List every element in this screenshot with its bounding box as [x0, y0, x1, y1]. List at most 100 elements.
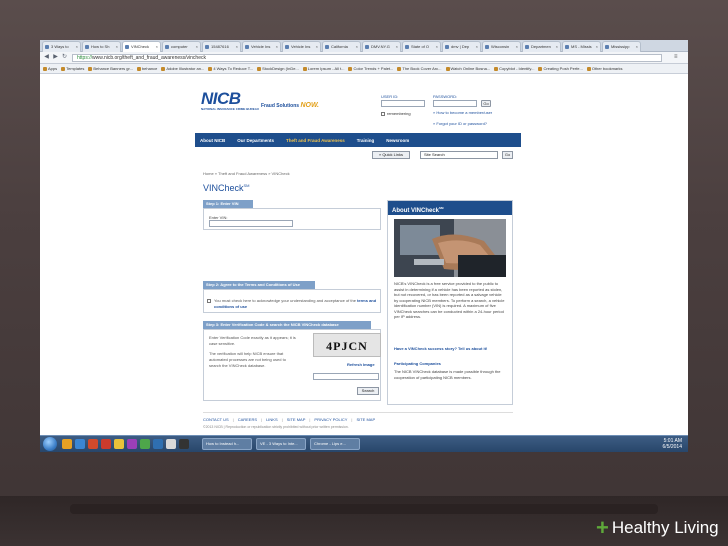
success-story-link[interactable]: Have a VINCheck success story? Tell us a… — [394, 346, 508, 351]
app-icon[interactable] — [127, 439, 137, 449]
app-icon-5[interactable] — [179, 439, 189, 449]
browser-tab[interactable]: Departmen × — [522, 41, 561, 52]
reload-icon[interactable]: ↻ — [61, 54, 68, 61]
ie-icon[interactable] — [75, 439, 85, 449]
menu-icon[interactable]: ≡ — [674, 54, 682, 61]
chrome-icon[interactable] — [114, 439, 124, 449]
app-icon-2[interactable] — [140, 439, 150, 449]
bookmark-item[interactable]: Apps — [43, 66, 57, 71]
footer-link[interactable]: CAREERS — [238, 417, 257, 422]
bookmark-item[interactable]: Templates — [61, 66, 84, 71]
verification-code-input[interactable] — [313, 373, 379, 380]
tab-close-icon[interactable]: × — [476, 42, 478, 52]
bookmark-label: Watch Online Bosna... — [450, 66, 491, 71]
tab-close-icon[interactable]: × — [196, 42, 198, 52]
browser-tab[interactable]: computer × — [162, 41, 201, 52]
browser-tab[interactable]: dmv | Dep × — [442, 41, 481, 52]
terms-checkbox[interactable] — [207, 299, 211, 303]
back-arrow-icon[interactable]: ◀ — [43, 54, 50, 61]
windows-taskbar: How to Instead h... VE - 3 Ways to Inte.… — [40, 435, 688, 452]
browser-tab[interactable]: MS - Missis × — [562, 41, 601, 52]
tab-close-icon[interactable]: × — [236, 42, 238, 52]
tab-close-icon[interactable]: × — [436, 42, 438, 52]
browser-tab[interactable]: DMV.NY.G × — [362, 41, 401, 52]
tab-close-icon[interactable]: × — [596, 42, 598, 52]
tab-close-icon[interactable]: × — [356, 42, 358, 52]
quick-links-button[interactable]: » Quick Links — [372, 151, 410, 159]
tab-close-icon[interactable]: × — [316, 42, 318, 52]
tab-close-icon[interactable]: × — [116, 42, 118, 52]
browser-tab[interactable]: Wisconsin × — [482, 41, 521, 52]
taskbar-window-2[interactable]: VE - 3 Ways to Inte... — [256, 438, 306, 450]
refresh-image-link[interactable]: Refresh Image — [347, 362, 375, 367]
footer-link[interactable]: SITE MAP — [356, 417, 375, 422]
site-search-go-button[interactable]: Go — [502, 151, 513, 159]
bookmark-item[interactable]: Watch Online Bosna... — [445, 66, 491, 71]
nav-item[interactable]: About NICB — [200, 138, 225, 143]
tab-close-icon[interactable]: × — [396, 42, 398, 52]
system-clock[interactable]: 5:01 AM 6/5/2014 — [663, 438, 682, 450]
register-link[interactable]: » How to become a member/user — [433, 110, 492, 115]
bookmark-item[interactable]: Copyblot - Identify... — [494, 66, 534, 71]
tab-label: dmv | Dep — [451, 44, 470, 49]
taskbar-window-1[interactable]: How to Instead h... — [202, 438, 252, 450]
footer-link[interactable]: SITE MAP — [287, 417, 306, 422]
nav-item[interactable]: Theft and Fraud Awareness — [286, 138, 345, 143]
forgot-password-link[interactable]: » Forgot your ID or password? — [433, 121, 487, 126]
user-id-input[interactable] — [381, 100, 425, 107]
site-search-input[interactable]: Site Search — [420, 151, 498, 159]
bookmark-item[interactable]: Adobe Illustrator an... — [161, 66, 204, 71]
app-icon-4[interactable] — [166, 439, 176, 449]
bookmark-item[interactable]: Behance Banners gr... — [88, 66, 133, 71]
explorer-icon[interactable] — [62, 439, 72, 449]
browser-tab[interactable]: Vehicle Ins × — [282, 41, 321, 52]
bookmark-item[interactable]: Creating Posh Perfe... — [538, 66, 583, 71]
nav-item[interactable]: Training — [357, 138, 375, 143]
url-input[interactable]: https://www.nicb.org/theft_and_fraud_awa… — [72, 54, 662, 62]
tab-close-icon[interactable]: × — [76, 42, 78, 52]
tab-close-icon[interactable]: × — [156, 42, 158, 52]
browser-tab[interactable]: How to Sh × — [82, 41, 121, 52]
tab-close-icon[interactable]: × — [276, 42, 278, 52]
tab-label: 3 Ways to — [51, 44, 69, 49]
browser-tab[interactable]: 3 Ways to × — [42, 41, 81, 52]
acrobat-icon[interactable] — [101, 439, 111, 449]
tab-favicon-icon — [165, 45, 169, 49]
bookmark-item[interactable]: Other bookmarks — [586, 66, 623, 71]
login-go-button[interactable]: Go — [481, 100, 491, 107]
taskbar-window-3[interactable]: Chrome - Lips e... — [310, 438, 360, 450]
browser-tab[interactable]: 15487616 × — [202, 41, 241, 52]
footer-link[interactable]: LINKS — [266, 417, 278, 422]
tab-close-icon[interactable]: × — [516, 42, 518, 52]
start-button-icon[interactable] — [43, 437, 57, 451]
bookmark-item[interactable]: 4 Ways To Reduce T... — [208, 66, 253, 71]
forward-arrow-icon[interactable]: ▶ — [52, 54, 59, 61]
tab-close-icon[interactable]: × — [636, 42, 638, 52]
bookmark-item[interactable]: Color Trends + Palet... — [348, 66, 393, 71]
footer-link[interactable]: CONTACT US — [203, 417, 229, 422]
remember-checkbox[interactable] — [381, 111, 385, 116]
vin-input[interactable] — [209, 220, 293, 227]
password-input[interactable] — [433, 100, 477, 107]
tab-close-icon[interactable]: × — [556, 42, 558, 52]
breadcrumb[interactable]: Home » Theft and Fraud Awareness » VINCh… — [203, 171, 290, 176]
page-viewport: NICB NATIONAL INSURANCE CRIME BUREAU Fra… — [40, 75, 688, 435]
footer-link[interactable]: PRIVACY POLICY — [314, 417, 347, 422]
nicb-logo[interactable]: NICB — [201, 89, 241, 109]
app-icon-3[interactable] — [153, 439, 163, 449]
bookmark-item[interactable]: The Book Cover Arc... — [397, 66, 442, 71]
bookmark-item[interactable]: StockDesign (InDe... — [257, 66, 299, 71]
bookmark-item[interactable]: behance — [136, 66, 157, 71]
media-icon[interactable] — [88, 439, 98, 449]
bookmark-item[interactable]: Lorem Ipsum - All t... — [302, 66, 344, 71]
nav-item[interactable]: Our Departments — [237, 138, 274, 143]
browser-tab[interactable]: California × — [322, 41, 361, 52]
tab-favicon-icon — [565, 45, 569, 49]
nav-item[interactable]: Newsroom — [386, 138, 409, 143]
remember-checkbox-row: remembering — [381, 111, 411, 116]
browser-tab[interactable]: Mississipp × — [602, 41, 641, 52]
search-button[interactable]: Search — [357, 387, 379, 395]
browser-tab[interactable]: VINCheck × — [122, 41, 161, 52]
browser-tab[interactable]: Vehicle Ins × — [242, 41, 281, 52]
browser-tab[interactable]: State of O × — [402, 41, 441, 52]
